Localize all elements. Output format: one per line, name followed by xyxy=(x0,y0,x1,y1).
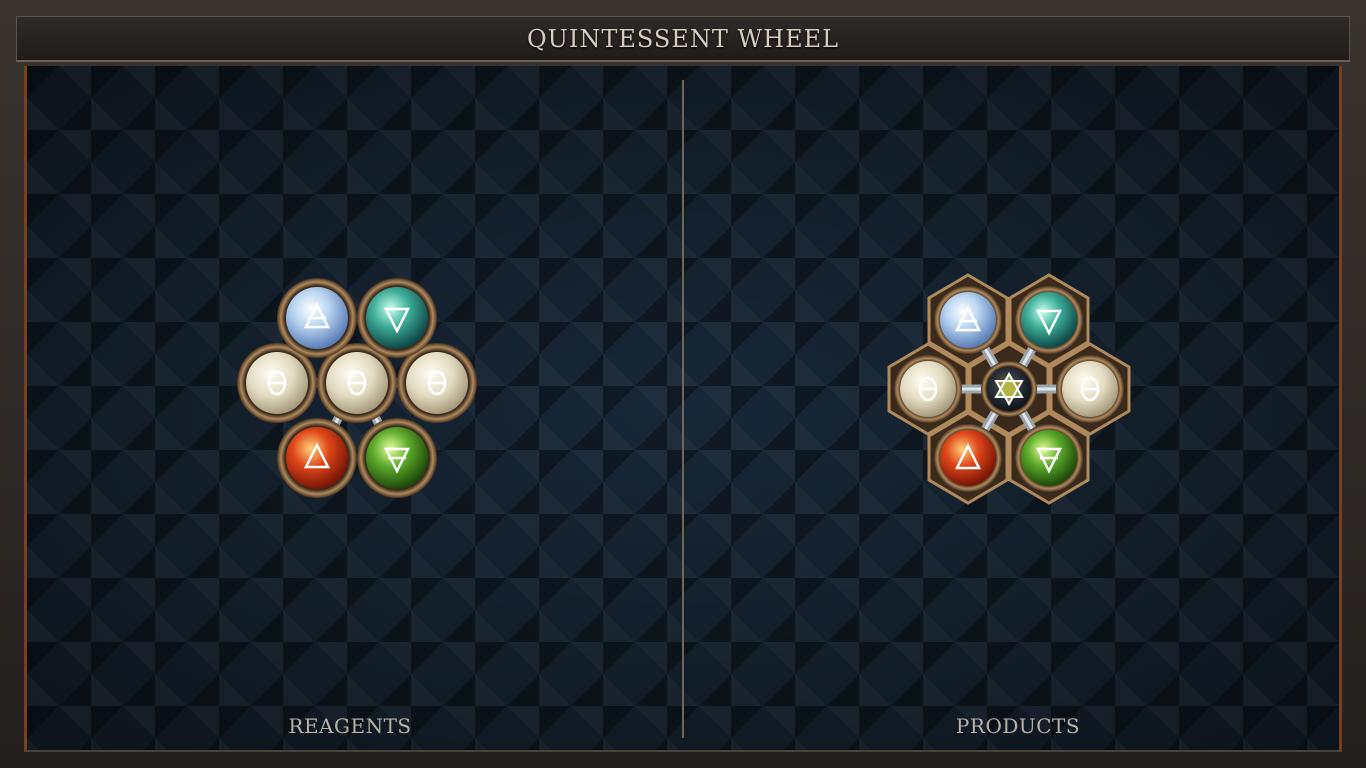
quintessence-atom[interactable] xyxy=(981,361,1037,417)
reagents-label: REAGENTS xyxy=(288,714,412,738)
panel-divider xyxy=(682,80,684,738)
fire-atom[interactable] xyxy=(934,424,1002,492)
puzzle-title: QUINTESSENT WHEEL xyxy=(526,24,840,53)
water-atom[interactable] xyxy=(357,278,437,358)
product-molecule[interactable] xyxy=(885,270,1135,512)
air-atom[interactable] xyxy=(277,278,357,358)
earth-atom[interactable] xyxy=(357,418,437,498)
title-bar: QUINTESSENT WHEEL xyxy=(16,16,1350,62)
water-atom[interactable] xyxy=(1015,286,1083,354)
reagent-molecule[interactable] xyxy=(235,278,480,508)
air-atom[interactable] xyxy=(934,286,1002,354)
salt-atom-left[interactable] xyxy=(894,355,962,423)
earth-atom[interactable] xyxy=(1015,424,1083,492)
products-label: PRODUCTS xyxy=(955,714,1081,738)
salt-atom-right[interactable] xyxy=(1056,355,1124,423)
fire-atom[interactable] xyxy=(277,418,357,498)
